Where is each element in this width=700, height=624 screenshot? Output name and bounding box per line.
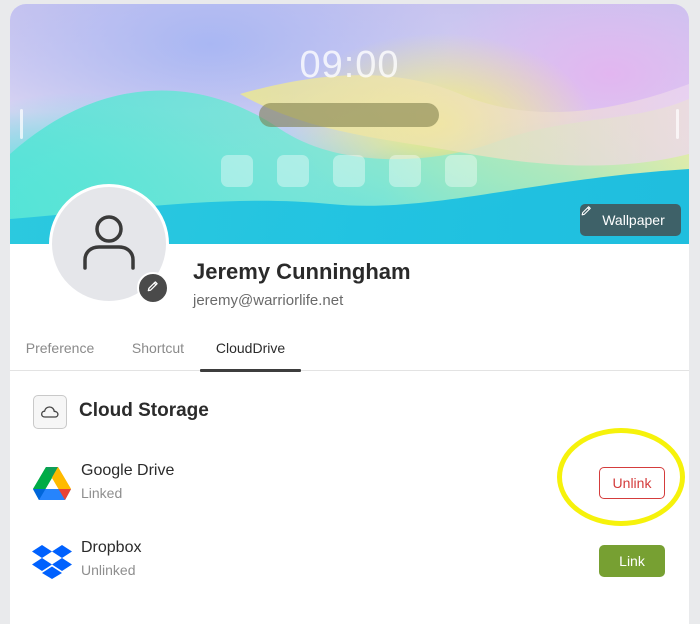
- tab-clouddrive[interactable]: CloudDrive: [200, 326, 301, 372]
- provider-name: Google Drive: [81, 462, 175, 479]
- provider-row-google-drive: Google Drive Linked Unlink: [10, 458, 689, 508]
- search-pill: [259, 103, 439, 127]
- cloud-icon: [33, 395, 67, 429]
- user-email: jeremy@warriorlife.net: [193, 292, 344, 309]
- wallpaper-button-label: Wallpaper: [602, 212, 665, 228]
- tab-shortcut[interactable]: Shortcut: [118, 326, 198, 370]
- provider-row-dropbox: Dropbox Unlinked Link: [10, 535, 689, 585]
- tab-preference[interactable]: Preference: [16, 326, 104, 370]
- google-drive-icon: [32, 466, 72, 502]
- app-placeholder: [277, 155, 309, 187]
- profile-card: 09:00 Wallpaper Jeremy Cunningham jeremy…: [10, 4, 689, 624]
- pencil-icon: [146, 279, 160, 298]
- unlink-button[interactable]: Unlink: [599, 467, 665, 499]
- wallpaper-button[interactable]: Wallpaper: [580, 204, 681, 236]
- left-handle: [20, 109, 23, 139]
- section-title: Cloud Storage: [79, 400, 209, 421]
- provider-status: Linked: [81, 485, 123, 501]
- user-name: Jeremy Cunningham: [193, 259, 411, 284]
- app-placeholder: [445, 155, 477, 187]
- app-placeholder: [333, 155, 365, 187]
- app-placeholder: [389, 155, 421, 187]
- provider-name: Dropbox: [81, 539, 142, 556]
- profile-tabs: Preference Shortcut CloudDrive: [10, 326, 689, 372]
- provider-status: Unlinked: [81, 562, 136, 578]
- link-button[interactable]: Link: [599, 545, 665, 577]
- right-handle: [676, 109, 679, 139]
- clock-time: 09:00: [299, 44, 400, 86]
- user-icon: [81, 212, 137, 277]
- dropbox-icon: [32, 543, 72, 579]
- avatar-edit-button[interactable]: [137, 272, 169, 304]
- app-placeholder: [221, 155, 253, 187]
